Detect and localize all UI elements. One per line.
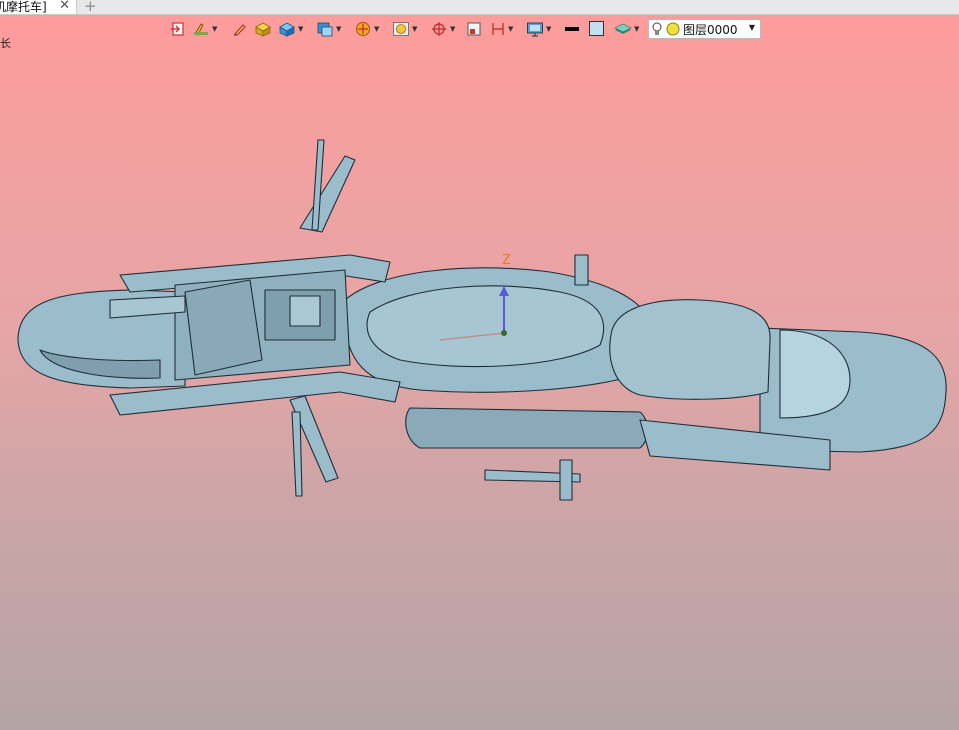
front-fork <box>184 279 263 376</box>
z-axis-label: Z <box>502 253 511 268</box>
motorcycle-model[interactable]: Z <box>0 0 959 730</box>
tank-top <box>366 285 605 368</box>
drive-belt <box>405 407 649 449</box>
seat <box>609 299 771 400</box>
handlebar-top <box>299 155 356 233</box>
